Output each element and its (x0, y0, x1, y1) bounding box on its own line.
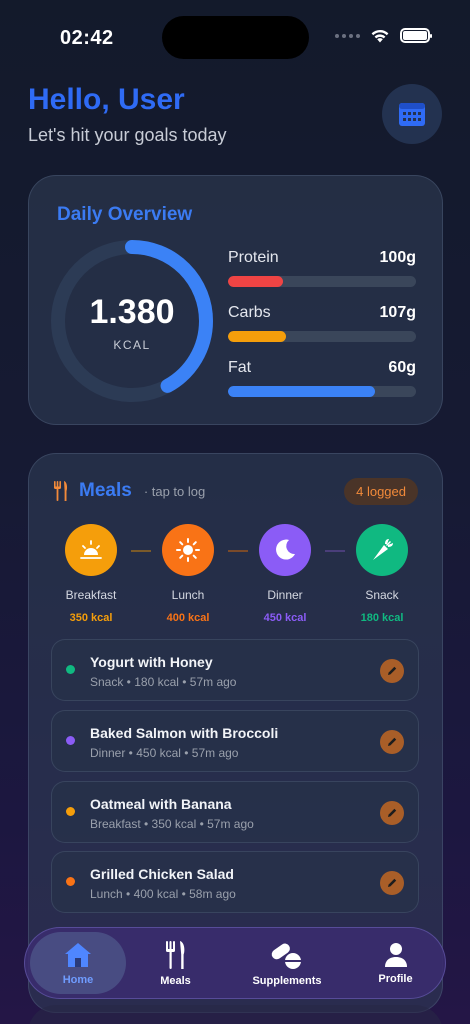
meal-type-row: Breakfast 350 kcal Lunch 400 kcal Dinner… (51, 524, 422, 624)
macro-protein: Protein 100g (228, 249, 416, 287)
tab-label: Home (62, 973, 94, 986)
tab-supplements[interactable]: Supplements (237, 932, 337, 994)
signal-icon (335, 33, 360, 38)
pencil-icon (388, 878, 397, 887)
list-item[interactable]: Baked Salmon with Broccoli Dinner • 450 … (51, 710, 419, 772)
calendar-button[interactable] (382, 84, 442, 144)
list-item[interactable]: Grilled Chicken Salad Lunch • 400 kcal •… (51, 851, 419, 913)
macro-value: 107g (379, 304, 416, 321)
pencil-icon (388, 808, 397, 817)
meal-meta: Breakfast • 350 kcal • 57m ago (90, 817, 254, 831)
logged-count-badge: 4 logged (344, 478, 418, 505)
macro-bar (228, 386, 416, 397)
macro-bar (228, 276, 416, 287)
meal-type-dinner[interactable]: Dinner 450 kcal (245, 524, 325, 624)
meal-name: Grilled Chicken Salad (90, 866, 234, 882)
meal-name: Oatmeal with Banana (90, 796, 232, 812)
tab-label: Supplements (252, 974, 322, 987)
meal-type-label: Breakfast (65, 588, 117, 602)
list-item[interactable]: Oatmeal with Banana Breakfast • 350 kcal… (51, 781, 419, 843)
meal-type-label: Snack (365, 588, 399, 602)
moon-icon (259, 524, 311, 576)
meal-meta: Snack • 180 kcal • 57m ago (90, 675, 237, 689)
status-time: 02:42 (60, 27, 114, 49)
meal-type-kcal: 400 kcal (166, 612, 210, 624)
fork-knife-icon (165, 940, 184, 969)
meal-meta: Dinner • 450 kcal • 57m ago (90, 746, 239, 760)
meal-dot (66, 736, 75, 745)
calorie-unit: KCAL (113, 338, 151, 352)
edit-button[interactable] (380, 801, 404, 825)
edit-button[interactable] (380, 659, 404, 683)
meal-type-lunch[interactable]: Lunch 400 kcal (148, 524, 228, 624)
macro-bar-fill (228, 386, 375, 397)
meal-name: Baked Salmon with Broccoli (90, 725, 279, 741)
meal-dot (66, 877, 75, 886)
pencil-icon (388, 737, 397, 746)
macro-name: Carbs (228, 304, 271, 321)
fork-knife-icon (54, 481, 68, 501)
meal-dot (66, 807, 75, 816)
macro-value: 100g (379, 249, 416, 266)
greeting-subtitle: Let's hit your goals today (28, 125, 227, 145)
macro-value: 60g (388, 359, 416, 376)
meal-type-breakfast[interactable]: Breakfast 350 kcal (51, 524, 131, 624)
pills-icon (271, 943, 301, 969)
meals-hint: · tap to log (143, 483, 206, 499)
meal-type-kcal: 180 kcal (360, 612, 404, 624)
calorie-value: 1.380 (89, 293, 175, 331)
sunrise-icon (65, 524, 117, 576)
wifi-icon (371, 29, 389, 43)
meals-title: Meals (79, 480, 132, 501)
list-item[interactable]: Yogurt with Honey Snack • 180 kcal • 57m… (51, 639, 419, 701)
status-bar: 02:42 (0, 0, 470, 70)
sun-icon (162, 524, 214, 576)
tab-home[interactable]: Home (30, 932, 126, 994)
meal-type-kcal: 350 kcal (69, 612, 113, 624)
pencil-icon (388, 666, 397, 675)
next-card-peek (28, 1005, 443, 1024)
meal-type-snack[interactable]: Snack 180 kcal (342, 524, 422, 624)
status-icons (335, 28, 432, 43)
macro-fat: Fat 60g (228, 359, 416, 397)
dynamic-island (162, 16, 309, 59)
macro-name: Fat (228, 359, 252, 376)
tab-meals[interactable]: Meals (138, 932, 213, 994)
macro-bar-fill (228, 276, 283, 287)
daily-overview-card: Daily Overview 1.380 KCAL Protein 100g C… (28, 175, 443, 425)
macro-bar (228, 331, 416, 342)
person-icon (384, 942, 407, 967)
meal-name: Yogurt with Honey (90, 654, 213, 670)
macro-bar-fill (228, 331, 287, 342)
macro-name: Protein (228, 249, 279, 266)
tab-label: Profile (378, 972, 413, 985)
edit-button[interactable] (380, 730, 404, 754)
overview-title: Daily Overview (57, 204, 193, 225)
bottom-tab-bar: Home Meals Supplements Profile (24, 927, 446, 999)
edit-button[interactable] (380, 871, 404, 895)
meal-type-kcal: 450 kcal (263, 612, 307, 624)
meal-type-label: Dinner (267, 588, 303, 602)
macro-carbs: Carbs 107g (228, 304, 416, 342)
meal-dot (66, 665, 75, 674)
carrot-icon (356, 524, 408, 576)
meals-header: Meals · tap to log (53, 480, 205, 502)
home-icon (65, 942, 91, 967)
meal-type-label: Lunch (171, 588, 205, 602)
meal-meta: Lunch • 400 kcal • 58m ago (90, 887, 236, 901)
greeting-title: Hello, User (28, 83, 185, 116)
calendar-icon (399, 103, 425, 126)
tab-label: Meals (160, 974, 191, 987)
tab-profile[interactable]: Profile (358, 932, 433, 994)
battery-icon (400, 28, 432, 43)
